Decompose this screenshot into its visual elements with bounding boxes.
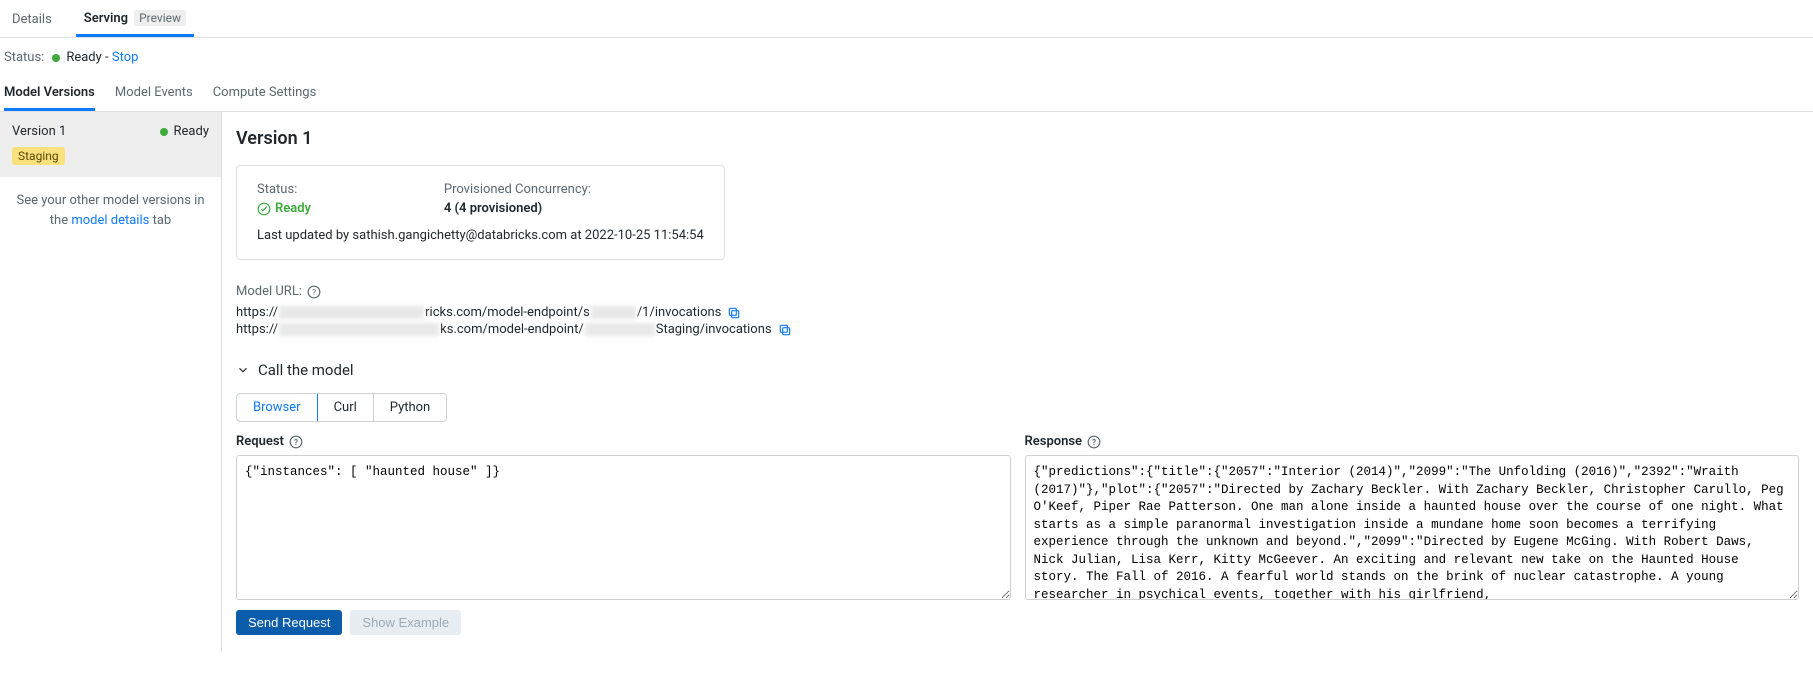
versions-sidebar: Version 1 Ready Staging See your other m… [0, 112, 222, 651]
url-right: /1/invocations [637, 305, 722, 320]
method-tab-curl[interactable]: Curl [317, 394, 373, 421]
svg-text:?: ? [1092, 436, 1096, 446]
info-conc-label: Provisioned Concurrency: [444, 182, 704, 197]
svg-text:?: ? [294, 436, 298, 446]
stop-link[interactable]: Stop [112, 50, 139, 65]
response-label-text: Response [1025, 434, 1083, 449]
copy-icon[interactable] [727, 306, 741, 320]
top-tabs: Details Serving Preview [0, 0, 1813, 38]
check-circle-icon [257, 202, 271, 216]
copy-icon[interactable] [778, 323, 792, 337]
method-tabs: Browser Curl Python [236, 393, 447, 422]
chevron-down-icon [236, 363, 250, 377]
svg-text:?: ? [312, 286, 316, 296]
tab-details[interactable]: Details [4, 0, 60, 37]
request-response-row: Request ? Send Request Show Example Resp… [236, 434, 1799, 635]
status-dot-icon [160, 128, 168, 136]
tab-serving[interactable]: Serving Preview [76, 0, 194, 37]
show-example-button[interactable]: Show Example [350, 610, 461, 635]
subtab-model-versions[interactable]: Model Versions [4, 77, 95, 111]
method-tab-python[interactable]: Python [373, 394, 446, 421]
version-item-1[interactable]: Version 1 Ready Staging [0, 112, 221, 177]
call-model-title: Call the model [258, 361, 354, 379]
url-mid: ks.com/model-endpoint/ [440, 322, 584, 337]
model-url-label: Model URL: ? [236, 284, 1799, 299]
url-left: https:// [236, 322, 278, 337]
url-right: Staging/invocations [656, 322, 772, 337]
help-icon[interactable]: ? [307, 285, 321, 299]
response-textarea[interactable] [1025, 455, 1800, 600]
other-versions-note: See your other model versions in the mod… [0, 177, 221, 244]
status-state: Ready [66, 50, 101, 65]
redacted-segment [279, 323, 439, 336]
model-details-link[interactable]: model details [71, 213, 149, 228]
ready-text: Ready [275, 201, 311, 216]
preview-badge: Preview [134, 10, 186, 26]
request-textarea[interactable] [236, 455, 1011, 600]
response-label: Response ? [1025, 434, 1800, 449]
page-title: Version 1 [236, 128, 1799, 149]
main-content: Version 1 Ready Staging See your other m… [0, 112, 1813, 651]
ready-text: Ready [174, 124, 209, 139]
sub-tabs: Model Versions Model Events Compute Sett… [0, 77, 1813, 112]
status-dash: - [102, 50, 112, 65]
send-request-button[interactable]: Send Request [236, 610, 342, 635]
status-card: Status: Provisioned Concurrency: Ready 4… [236, 165, 725, 260]
status-bar: Status: Ready - Stop [0, 38, 1813, 77]
version-name: Version 1 [12, 124, 66, 139]
response-panel: Response ? [1025, 434, 1800, 635]
call-model-toggle[interactable]: Call the model [236, 361, 1799, 379]
status-label: Status: [4, 50, 44, 65]
stage-badge: Staging [12, 147, 65, 165]
model-url-2: https:// ks.com/model-endpoint/ Staging/… [236, 322, 1799, 337]
redacted-segment [585, 323, 655, 336]
subtab-model-events[interactable]: Model Events [115, 77, 193, 111]
tab-serving-label: Serving [84, 11, 128, 26]
status-dot-icon [52, 54, 60, 62]
help-icon[interactable]: ? [289, 435, 303, 449]
request-label-text: Request [236, 434, 284, 449]
request-actions: Send Request Show Example [236, 610, 1011, 635]
info-ready-value: Ready [257, 201, 424, 216]
redacted-segment [591, 306, 636, 319]
request-label: Request ? [236, 434, 1011, 449]
last-updated: Last updated by sathish.gangichetty@data… [257, 228, 704, 243]
info-status-label: Status: [257, 182, 424, 197]
version-status: Ready [160, 124, 209, 139]
url-left: https:// [236, 305, 278, 320]
method-tab-browser[interactable]: Browser [236, 393, 318, 422]
detail-pane: Version 1 Status: Provisioned Concurrenc… [222, 112, 1813, 651]
subtab-compute-settings[interactable]: Compute Settings [213, 77, 317, 111]
model-url-text: Model URL: [236, 284, 302, 299]
tab-details-label: Details [12, 12, 52, 27]
help-icon[interactable]: ? [1087, 435, 1101, 449]
model-url-1: https:// ricks.com/model-endpoint/s /1/i… [236, 305, 1799, 320]
redacted-segment [279, 306, 424, 319]
other-suffix: tab [153, 213, 172, 228]
url-mid: ricks.com/model-endpoint/s [425, 305, 590, 320]
info-conc-value: 4 (4 provisioned) [444, 201, 704, 216]
request-panel: Request ? Send Request Show Example [236, 434, 1011, 635]
